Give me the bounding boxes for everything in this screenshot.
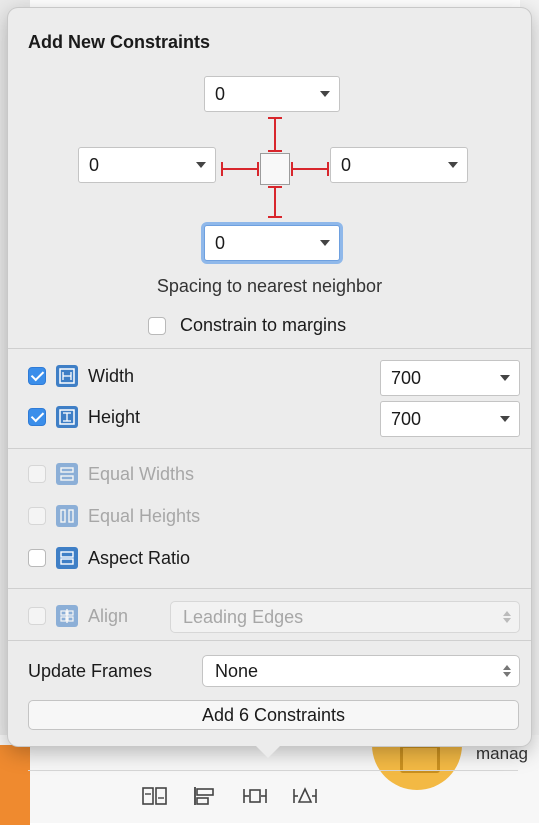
equal-heights-checkbox xyxy=(28,507,46,525)
align-popup: Leading Edges xyxy=(170,601,520,633)
align-label: Align xyxy=(88,605,129,626)
bottom-spacing-value: 0 xyxy=(215,232,226,253)
bottom-spacing-dropdown[interactable] xyxy=(311,240,339,246)
aspect-ratio-row[interactable]: Aspect Ratio xyxy=(28,547,190,569)
chevron-down-icon xyxy=(448,162,458,168)
section-divider xyxy=(8,348,531,349)
updown-arrows-icon xyxy=(495,611,519,623)
popover-title: Add New Constraints xyxy=(28,32,211,52)
update-frames-label: Update Frames xyxy=(28,661,153,681)
chevron-down-icon xyxy=(320,240,330,246)
section-divider xyxy=(8,448,531,449)
right-strut-icon[interactable] xyxy=(290,158,330,180)
left-spacing-dropdown[interactable] xyxy=(187,162,215,168)
width-dropdown[interactable] xyxy=(491,375,519,381)
top-strut-icon[interactable] xyxy=(264,116,286,153)
spacing-caption: Spacing to nearest neighbor xyxy=(156,276,383,296)
height-dropdown[interactable] xyxy=(491,416,519,422)
width-constraint-row[interactable]: Width xyxy=(28,365,134,387)
top-spacing-value: 0 xyxy=(215,83,226,104)
align-icon xyxy=(56,605,78,627)
top-spacing-field[interactable]: 0 xyxy=(204,76,340,112)
align-checkbox xyxy=(28,607,46,625)
chevron-down-icon xyxy=(500,416,510,422)
width-constraint-icon xyxy=(56,365,78,387)
constrain-to-margins-label: Constrain to margins xyxy=(180,315,347,335)
height-checkbox[interactable] xyxy=(28,408,46,426)
popover-arrow xyxy=(254,744,282,758)
update-frames-value: None xyxy=(215,660,259,681)
equal-widths-row: Equal Widths xyxy=(28,463,194,485)
height-value-field[interactable]: 700 xyxy=(380,401,520,437)
top-spacing-dropdown[interactable] xyxy=(311,91,339,97)
pin-icon xyxy=(243,789,267,803)
canvas-orange-element xyxy=(0,745,30,825)
updown-arrows-icon xyxy=(495,665,519,677)
align-value: Leading Edges xyxy=(183,606,304,627)
chevron-down-icon xyxy=(196,162,206,168)
height-constraint-icon xyxy=(56,406,78,428)
chevron-down-icon xyxy=(320,91,330,97)
equal-widths-icon xyxy=(56,463,78,485)
stack-button[interactable] xyxy=(140,781,170,811)
target-view-box xyxy=(260,153,290,185)
aspect-ratio-label: Aspect Ratio xyxy=(88,547,191,568)
height-constraint-row[interactable]: Height xyxy=(28,406,140,428)
align-icon xyxy=(194,787,214,805)
align-button[interactable] xyxy=(190,781,220,811)
right-spacing-value: 0 xyxy=(341,154,352,175)
add-constraints-popover: Add New Constraints 0 0 0 0 Spacing to n… xyxy=(8,8,531,746)
right-spacing-field[interactable]: 0 xyxy=(330,147,468,183)
left-spacing-field[interactable]: 0 xyxy=(78,147,216,183)
width-label: Width xyxy=(88,365,135,386)
aspect-ratio-icon xyxy=(56,547,78,569)
equal-widths-label: Equal Widths xyxy=(88,463,195,484)
canvas-item-label: manag xyxy=(476,744,528,763)
aspect-ratio-checkbox[interactable] xyxy=(28,549,46,567)
chevron-down-icon xyxy=(500,375,510,381)
equal-heights-row: Equal Heights xyxy=(28,505,200,527)
layout-toolbar xyxy=(140,776,320,816)
stack-icon xyxy=(142,787,167,805)
left-spacing-value: 0 xyxy=(89,154,100,175)
equal-widths-checkbox xyxy=(28,465,46,483)
resolve-issues-icon xyxy=(293,787,317,803)
right-spacing-dropdown[interactable] xyxy=(439,162,467,168)
add-constraints-button[interactable]: Add 6 Constraints xyxy=(28,700,519,730)
align-row: Align xyxy=(28,605,128,627)
constrain-to-margins-row[interactable]: Constrain to margins xyxy=(148,315,346,336)
section-divider xyxy=(8,640,531,641)
section-divider xyxy=(8,588,531,589)
equal-heights-label: Equal Heights xyxy=(88,505,201,526)
left-strut-icon[interactable] xyxy=(220,158,260,180)
bottom-strut-icon[interactable] xyxy=(264,185,286,219)
width-value: 700 xyxy=(391,367,422,388)
bottom-spacing-field[interactable]: 0 xyxy=(204,225,340,261)
width-value-field[interactable]: 700 xyxy=(380,360,520,396)
height-value: 700 xyxy=(391,408,422,429)
update-frames-popup[interactable]: None xyxy=(202,655,520,687)
width-checkbox[interactable] xyxy=(28,367,46,385)
resolve-issues-button[interactable] xyxy=(290,781,320,811)
pin-button[interactable] xyxy=(240,781,270,811)
height-label: Height xyxy=(88,406,141,427)
constrain-to-margins-checkbox[interactable] xyxy=(148,316,166,335)
equal-heights-icon xyxy=(56,505,78,527)
toolbar-divider xyxy=(28,770,518,771)
